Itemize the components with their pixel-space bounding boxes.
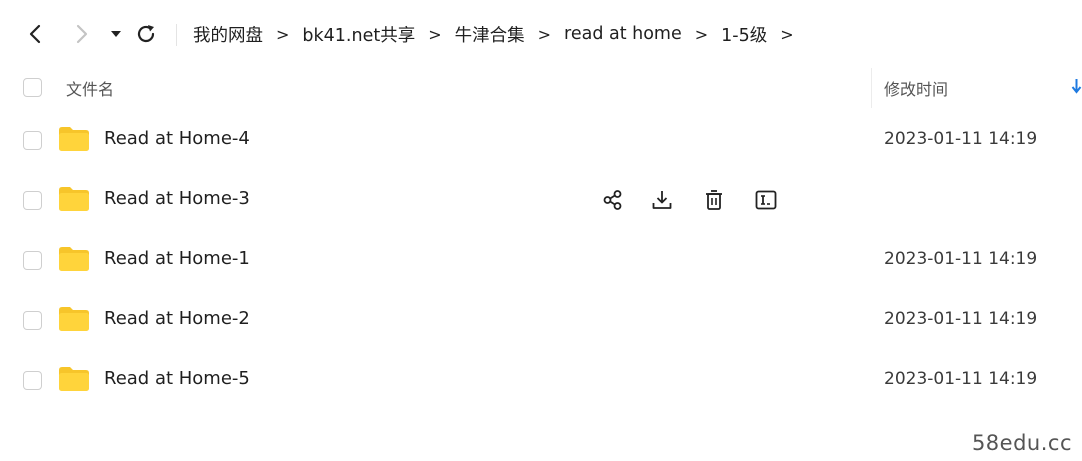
sort-down-icon[interactable] [1071,77,1082,95]
back-button[interactable] [23,22,47,46]
table-row[interactable]: Read at Home-2 2023-01-11 14:19 [0,290,1082,350]
breadcrumb-item-collection[interactable]: 牛津合集 [455,22,525,47]
download-icon [652,191,672,209]
column-header-name[interactable]: 文件名 [66,76,114,100]
nav-divider [176,24,177,46]
breadcrumb-separator: > [276,24,290,44]
delete-button[interactable] [701,187,727,213]
table-row[interactable]: Read at Home-4 2023-01-11 14:19 [0,110,1082,170]
modified-time: 2023-01-11 14:19 [884,249,1038,269]
modified-time: 2023-01-11 14:19 [884,369,1038,389]
file-name[interactable]: Read at Home-4 [104,128,250,149]
download-button[interactable] [649,187,675,213]
breadcrumb-item-root[interactable]: 我的网盘 [193,22,263,47]
navigation-bar: 我的网盘 > bk41.net共享 > 牛津合集 > read at home … [0,0,1082,68]
share-button[interactable] [600,187,626,213]
breadcrumb-separator: > [428,24,442,44]
file-name[interactable]: Read at Home-3 [104,188,250,209]
watermark: 58edu.cc [971,431,1072,455]
row-checkbox[interactable] [23,131,42,150]
folder-icon [59,127,89,151]
file-browser: 我的网盘 > bk41.net共享 > 牛津合集 > read at home … [0,0,1082,461]
breadcrumb-separator: > [537,24,552,44]
row-checkbox[interactable] [23,371,42,390]
breadcrumb: 我的网盘 > bk41.net共享 > 牛津合集 > read at home … [193,22,807,46]
rename-icon [755,190,777,210]
breadcrumb-item-read-at-home[interactable]: read at home [564,24,682,44]
select-all-checkbox[interactable] [23,78,42,97]
folder-icon [59,187,89,211]
table-header: 文件名 修改时间 [0,68,1082,108]
breadcrumb-item-current[interactable]: 1-5级 [721,22,767,47]
folder-icon [59,247,89,271]
breadcrumb-separator: > [694,24,709,44]
column-divider[interactable] [871,68,872,108]
breadcrumb-separator: > [780,24,794,44]
row-checkbox[interactable] [23,251,42,270]
chevron-right-icon [76,24,88,44]
row-checkbox[interactable] [23,191,42,210]
caret-down-icon [111,31,121,37]
history-dropdown-button[interactable] [104,22,128,46]
folder-icon [59,367,89,391]
file-name[interactable]: Read at Home-1 [104,248,250,269]
chevron-left-icon [29,24,41,44]
column-header-modified-time[interactable]: 修改时间 [884,76,948,100]
modified-time: 2023-01-11 14:19 [884,309,1038,329]
delete-icon [706,190,722,210]
forward-button[interactable] [70,22,94,46]
table-row[interactable]: Read at Home-5 2023-01-11 14:19 [0,350,1082,410]
table-row[interactable]: Read at Home-3 [0,170,1082,230]
rename-button[interactable] [753,187,779,213]
share-icon [603,190,622,210]
row-checkbox[interactable] [23,311,42,330]
file-name[interactable]: Read at Home-5 [104,368,250,389]
refresh-button[interactable] [134,22,158,46]
folder-icon [59,307,89,331]
refresh-icon [137,25,155,43]
breadcrumb-item-share[interactable]: bk41.net共享 [302,22,415,47]
file-name[interactable]: Read at Home-2 [104,308,250,329]
table-row[interactable]: Read at Home-1 2023-01-11 14:19 [0,230,1082,290]
modified-time: 2023-01-11 14:19 [884,129,1038,149]
